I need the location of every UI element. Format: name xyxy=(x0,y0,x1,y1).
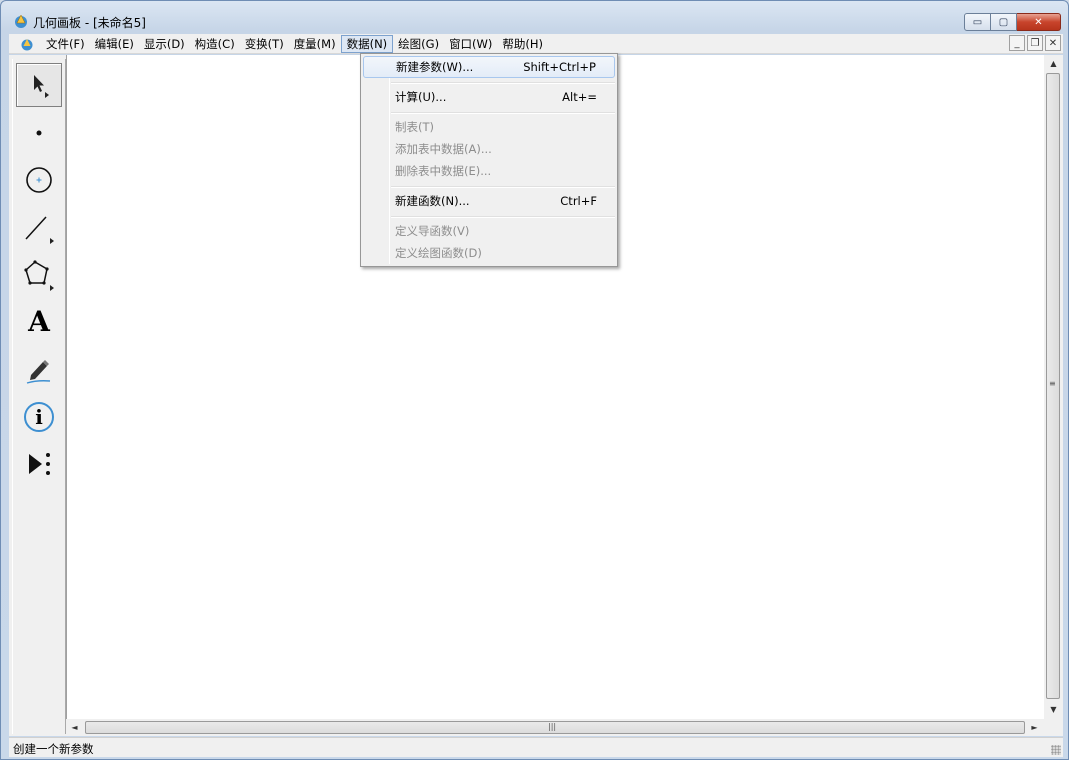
minimize-icon: _ xyxy=(1014,37,1020,49)
menu-graph[interactable]: 绘图(G) xyxy=(393,35,444,53)
point-tool[interactable] xyxy=(16,111,62,155)
menu-item-shortcut: Shift+Ctrl+P xyxy=(523,60,596,74)
restore-icon: ❐ xyxy=(1030,37,1040,49)
thumb-grip-icon: ||| xyxy=(548,722,557,731)
menu-item-label: 定义绘图函数(D) xyxy=(395,246,482,260)
menu-item-label: 制表(T) xyxy=(395,120,434,134)
menu-item-label: 定义导函数(V) xyxy=(395,224,470,238)
menu-item-new-parameter[interactable]: 新建参数(W)... Shift+Ctrl+P xyxy=(363,56,615,78)
app-window: 几何画板 - [未命名5] ▭ ▢ ✕ 文件(F) 编辑(E) 显示(D) 构造… xyxy=(0,0,1069,760)
doc-minimize-button[interactable]: _ xyxy=(1009,35,1025,51)
menu-item-define-plot-function: 定义绘图函数(D) xyxy=(363,242,615,264)
app-logo-icon xyxy=(15,14,27,28)
information-tool[interactable]: i xyxy=(16,395,62,439)
text-icon: A xyxy=(28,305,50,338)
scroll-right-button[interactable]: ► xyxy=(1026,719,1043,736)
menu-display[interactable]: 显示(D) xyxy=(139,35,190,53)
straightedge-icon xyxy=(25,216,54,244)
menu-item-label: 新建函数(N)... xyxy=(395,194,470,208)
information-icon: i xyxy=(24,402,54,432)
menu-data[interactable]: 数据(N) xyxy=(340,34,394,53)
data-menu-dropdown: 新建参数(W)... Shift+Ctrl+P 计算(U)... Alt+= 制… xyxy=(360,53,618,267)
arrow-select-icon xyxy=(34,75,49,98)
close-window-button[interactable]: ✕ xyxy=(1017,13,1061,31)
menu-item-shortcut: Ctrl+F xyxy=(560,194,597,208)
menu-item-remove-table-data: 删除表中数据(E)... xyxy=(363,160,615,182)
scroll-left-icon: ◄ xyxy=(71,723,78,732)
menu-item-tabulate: 制表(T) xyxy=(363,116,615,138)
menu-item-define-derivative: 定义导函数(V) xyxy=(363,220,615,242)
menu-file[interactable]: 文件(F) xyxy=(41,35,90,53)
text-tool[interactable]: A xyxy=(16,300,62,344)
vertical-scrollbar[interactable]: ▲ ≡ ▼ xyxy=(1044,55,1063,719)
selection-arrow-tool[interactable] xyxy=(16,63,62,107)
custom-tool-icon xyxy=(29,453,50,475)
close-icon: ✕ xyxy=(1034,16,1043,28)
scroll-down-icon: ▼ xyxy=(1050,705,1057,714)
marker-pen-icon xyxy=(26,360,51,384)
menu-item-new-function[interactable]: 新建函数(N)... Ctrl+F xyxy=(363,190,615,212)
menu-transform[interactable]: 变换(T) xyxy=(240,35,289,53)
menu-item-shortcut: Alt+= xyxy=(562,90,597,104)
marker-tool[interactable] xyxy=(16,348,62,392)
menu-bar: 文件(F) 编辑(E) 显示(D) 构造(C) 变换(T) 度量(M) 数据(N… xyxy=(9,34,1063,54)
document-icon[interactable] xyxy=(19,36,35,52)
minimize-icon: ▭ xyxy=(972,16,983,28)
menu-item-label: 删除表中数据(E)... xyxy=(395,164,492,178)
information-glyph: i xyxy=(35,405,43,429)
status-bar: 创建一个新参数 xyxy=(9,737,1063,757)
menu-help[interactable]: 帮助(H) xyxy=(497,35,548,53)
menu-measure[interactable]: 度量(M) xyxy=(289,35,341,53)
scroll-left-button[interactable]: ◄ xyxy=(66,719,83,736)
menu-separator xyxy=(391,112,615,114)
menu-edit[interactable]: 编辑(E) xyxy=(90,35,139,53)
minimize-button[interactable]: ▭ xyxy=(964,13,991,31)
menu-construct[interactable]: 构造(C) xyxy=(190,35,240,53)
menu-item-add-table-data: 添加表中数据(A)... xyxy=(363,138,615,160)
maximize-icon: ▢ xyxy=(998,16,1009,28)
status-text: 创建一个新参数 xyxy=(13,742,94,756)
scroll-down-button[interactable]: ▼ xyxy=(1045,701,1062,718)
scroll-right-icon: ► xyxy=(1031,723,1038,732)
thumb-grip-icon: ≡ xyxy=(1049,379,1056,388)
polygon-tool[interactable] xyxy=(16,253,62,297)
menu-separator xyxy=(391,216,615,218)
maximize-button[interactable]: ▢ xyxy=(991,13,1017,31)
resize-grip-icon[interactable] xyxy=(1051,745,1061,755)
menu-item-calculate[interactable]: 计算(U)... Alt+= xyxy=(363,86,615,108)
custom-tool[interactable] xyxy=(16,442,62,486)
menu-separator xyxy=(391,82,615,84)
polygon-icon xyxy=(24,260,54,291)
doc-restore-button[interactable]: ❐ xyxy=(1027,35,1043,51)
close-icon: ✕ xyxy=(1048,37,1058,49)
toolbox: A i xyxy=(12,59,66,734)
doc-close-button[interactable]: ✕ xyxy=(1045,35,1061,51)
menu-separator xyxy=(391,186,615,188)
window-title: 几何画板 - [未命名5] xyxy=(33,16,146,30)
title-bar[interactable]: 几何画板 - [未命名5] ▭ ▢ ✕ xyxy=(1,1,1068,33)
menu-item-label: 新建参数(W)... xyxy=(396,60,474,74)
menu-item-label: 计算(U)... xyxy=(395,90,447,104)
menu-item-label: 添加表中数据(A)... xyxy=(395,142,492,156)
compass-tool[interactable] xyxy=(16,158,62,202)
scroll-up-button[interactable]: ▲ xyxy=(1045,55,1062,72)
scroll-up-icon: ▲ xyxy=(1050,59,1057,68)
point-icon xyxy=(36,130,42,136)
horizontal-scrollbar[interactable]: ◄ ||| ► xyxy=(66,719,1044,736)
compass-circle-icon xyxy=(26,167,52,193)
menu-window[interactable]: 窗口(W) xyxy=(444,35,497,53)
straightedge-tool[interactable] xyxy=(16,206,62,250)
